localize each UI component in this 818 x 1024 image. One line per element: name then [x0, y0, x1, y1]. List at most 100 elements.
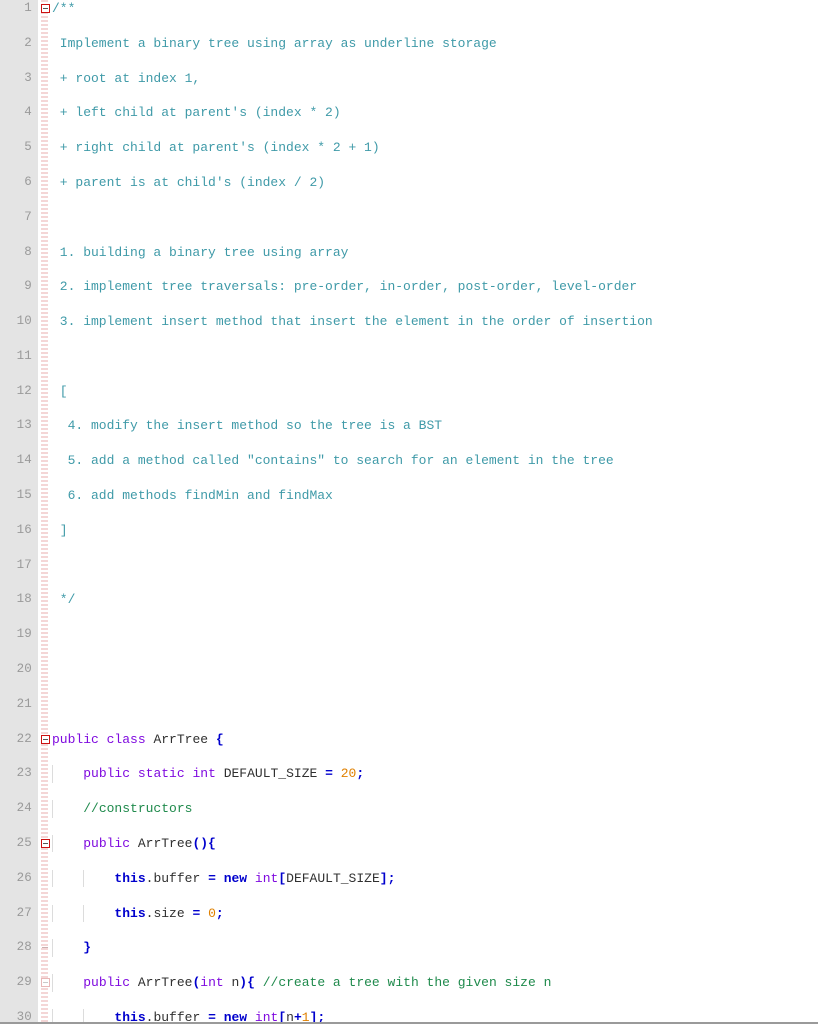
line-number: 10 — [16, 314, 32, 329]
code-text[interactable]: 1. building a binary tree using array — [52, 244, 349, 261]
code-text[interactable]: + parent is at child's (index / 2) — [52, 174, 325, 191]
code-text[interactable]: + left child at parent's (index * 2) — [52, 104, 341, 121]
code-line[interactable]: 11 — [0, 348, 818, 365]
code-line[interactable]: 7 — [0, 209, 818, 226]
code-text[interactable]: 3. implement insert method that insert t… — [52, 313, 653, 330]
code-line[interactable]: 30 this.buffer = new int[n+1]; — [0, 1008, 818, 1024]
code-line[interactable]: 22 public class ArrTree { — [0, 731, 818, 748]
fold-collapse-icon[interactable] — [41, 4, 50, 13]
line-number: 11 — [16, 348, 32, 363]
line-number: 16 — [16, 522, 32, 537]
token-id: DEFAULT_SIZE — [286, 870, 380, 886]
code-line[interactable]: 14 5. add a method called "contains" to … — [0, 452, 818, 469]
code-text[interactable]: 4. modify the insert method so the tree … — [52, 417, 442, 434]
fold-collapse-icon[interactable] — [41, 978, 50, 988]
line-number: 18 — [16, 592, 32, 607]
code-text[interactable]: 5. add a method called "contains" to sea… — [52, 452, 614, 469]
code-text[interactable]: } — [52, 939, 91, 956]
token-kw2: new — [223, 870, 248, 886]
code-text[interactable]: Implement a binary tree using array as u… — [52, 35, 497, 52]
code-line[interactable]: 21 — [0, 696, 818, 713]
code-line[interactable]: 20 — [0, 661, 818, 678]
code-text[interactable]: public static int DEFAULT_SIZE = 20; — [52, 765, 364, 782]
code-line[interactable]: 15 6. add methods findMin and findMax — [0, 487, 818, 504]
token-kw2: this — [114, 905, 146, 921]
fold-collapse-icon[interactable] — [41, 838, 50, 848]
code-line[interactable]: 12 [ — [0, 383, 818, 400]
line-number: 8 — [24, 244, 32, 259]
line-number: 3 — [24, 70, 32, 85]
code-text[interactable]: public class ArrTree { — [52, 731, 224, 748]
token-num: 0 — [208, 905, 216, 921]
code-line[interactable]: 17 — [0, 557, 818, 574]
code-line[interactable]: 8 1. building a binary tree using array — [0, 244, 818, 261]
code-line[interactable]: 27 this.size = 0; — [0, 904, 818, 922]
code-text[interactable]: public ArrTree(){ — [52, 835, 216, 852]
token-op: = — [208, 870, 216, 886]
code-text[interactable]: this.buffer = new int[n+1]; — [52, 1009, 325, 1024]
code-text[interactable]: + root at index 1, — [52, 70, 200, 87]
code-text[interactable]: this.size = 0; — [52, 905, 223, 922]
code-line[interactable]: 10 3. implement insert method that inser… — [0, 313, 818, 330]
token-kw: int — [192, 766, 216, 782]
code-text[interactable]: 2. implement tree traversals: pre-order,… — [52, 278, 637, 295]
code-lines-container[interactable]: 1 /** 2 Implement a binary tree using arra… — [0, 0, 818, 1024]
token-num: 1 — [301, 1009, 310, 1024]
token-id: buffer — [153, 1009, 201, 1024]
line-number: 1 — [24, 1, 32, 15]
code-line[interactable]: 26 this.buffer = new int[DEFAULT_SIZE]; — [0, 869, 818, 888]
token-doc: 5. add a method called "contains" to sea… — [52, 453, 614, 469]
token-op: ]; — [379, 870, 396, 886]
code-text[interactable]: public ArrTree(int n){ //create a tree w… — [52, 974, 551, 991]
line-number: 20 — [16, 662, 32, 677]
code-line[interactable]: 16 ] — [0, 522, 818, 539]
token-cm: //constructors — [83, 801, 193, 817]
code-line[interactable]: 18 */ — [0, 591, 818, 608]
code-text[interactable]: */ — [52, 591, 76, 608]
code-line[interactable]: 13 4. modify the insert method so the tr… — [0, 417, 818, 434]
token-op: = — [208, 1009, 216, 1024]
code-line[interactable]: 9 2. implement tree traversals: pre-orde… — [0, 278, 818, 295]
line-number: 5 — [24, 140, 32, 155]
line-number: 23 — [16, 766, 32, 781]
token-kw2: new — [223, 1009, 248, 1024]
code-line[interactable]: 2 Implement a binary tree using array as… — [0, 35, 818, 52]
token-doc: + right child at parent's (index * 2 + 1… — [52, 140, 380, 156]
code-line[interactable]: 25 public ArrTree(){ — [0, 834, 818, 853]
code-text[interactable]: 6. add methods findMin and findMax — [52, 487, 333, 504]
code-text[interactable]: + right child at parent's (index * 2 + 1… — [52, 139, 380, 156]
code-line[interactable]: 4 + left child at parent's (index * 2) — [0, 104, 818, 121]
code-text[interactable]: [ — [52, 383, 68, 400]
code-line[interactable]: 28 } — [0, 939, 818, 957]
code-line[interactable]: 6 + parent is at child's (index / 2) — [0, 174, 818, 191]
code-line[interactable]: 24 //constructors — [0, 800, 818, 818]
code-line[interactable]: 3 + root at index 1, — [0, 70, 818, 87]
code-line[interactable]: 1 /** — [0, 0, 818, 17]
fold-collapse-icon[interactable] — [41, 734, 50, 744]
code-line[interactable]: 19 — [0, 626, 818, 643]
token-doc: Implement a binary tree using array as u… — [52, 35, 497, 51]
code-text[interactable]: ] — [52, 522, 68, 539]
code-line[interactable]: 29 public ArrTree(int n){ //create a tre… — [0, 974, 818, 992]
code-line[interactable]: 23 public static int DEFAULT_SIZE = 20; — [0, 765, 818, 783]
code-text[interactable]: this.buffer = new int[DEFAULT_SIZE]; — [52, 870, 395, 887]
code-editor[interactable]: 1 /** 2 Implement a binary tree using arra… — [0, 0, 818, 1024]
token-doc: /** — [52, 1, 76, 16]
line-number: 22 — [16, 731, 32, 746]
code-text[interactable]: //constructors — [52, 800, 192, 817]
code-line[interactable]: 5 + right child at parent's (index * 2 +… — [0, 139, 818, 156]
line-number: 25 — [16, 835, 32, 850]
line-number: 6 — [24, 174, 32, 189]
code-text[interactable]: /** — [52, 0, 75, 17]
token-kw: public — [83, 835, 131, 851]
